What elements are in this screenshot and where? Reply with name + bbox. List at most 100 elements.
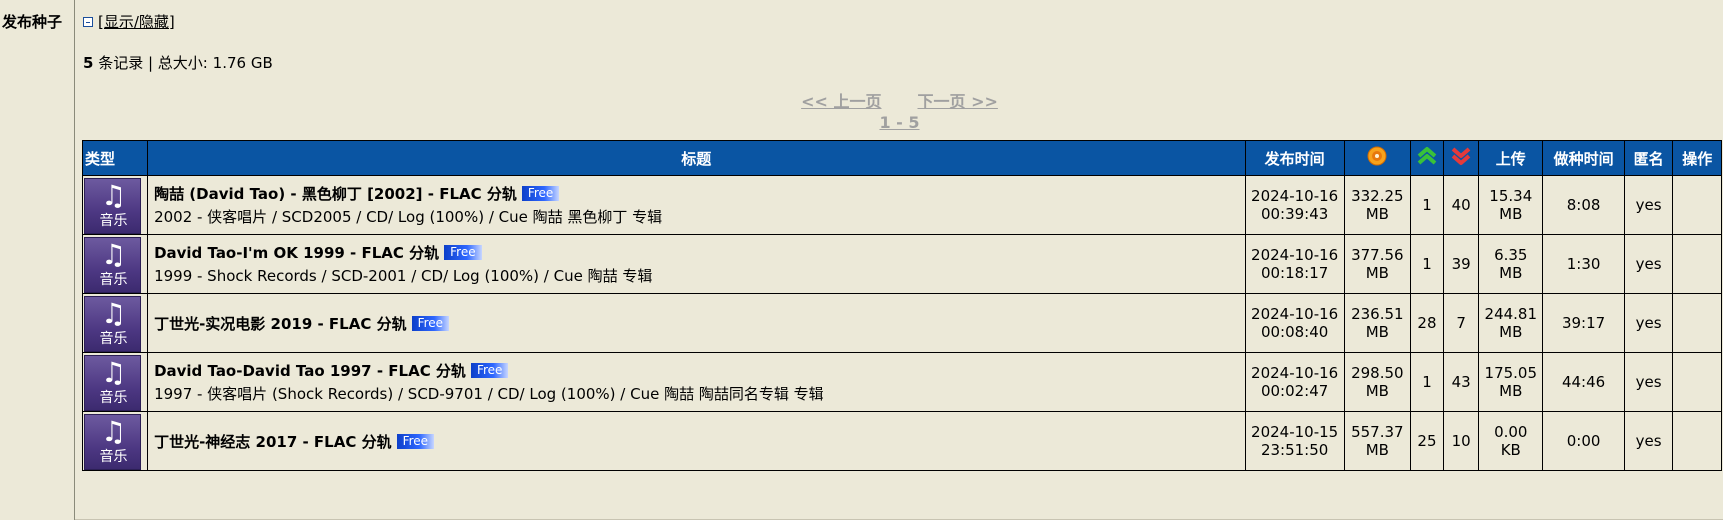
col-anonymous-header[interactable]: 匿名	[1623, 140, 1674, 176]
upload-unit: MB	[1499, 205, 1523, 223]
torrent-description: 2002 - 侠客唱片 / SCD2005 / CD/ Log (100%) /…	[154, 208, 663, 226]
free-badge: Free	[396, 433, 435, 449]
seeders-cell[interactable]: 1	[1409, 234, 1445, 294]
col-upload-header[interactable]: 上传	[1478, 140, 1544, 176]
record-count: 5	[83, 54, 94, 72]
torrent-section: 发布种子 [显示/隐藏] 5 条记录 | 总大小: 1.76 GB << 上一页…	[0, 0, 1723, 520]
col-type-header[interactable]: 类型	[81, 140, 149, 176]
leechers-cell[interactable]: 43	[1443, 352, 1480, 412]
time: 23:51:50	[1260, 441, 1329, 459]
title-cell: David Tao-I'm OK 1999 - FLAC 分轨 Free 1999…	[147, 234, 1246, 294]
size-cell: 377.56 MB	[1343, 234, 1411, 294]
table-row: ♫ 音乐 丁世光-实况电影 2019 - FLAC 分轨 Free 2024-10…	[81, 293, 1722, 353]
col-title-header[interactable]: 标题	[147, 140, 1246, 176]
seeders-cell[interactable]: 1	[1409, 175, 1445, 235]
music-note-icon: ♫	[100, 414, 127, 448]
seeders-cell[interactable]: 1	[1409, 352, 1445, 412]
leechers-cell[interactable]: 40	[1443, 175, 1480, 235]
music-category-icon[interactable]: ♫ 音乐	[84, 236, 141, 293]
size-unit: MB	[1365, 205, 1389, 223]
size-value: 377.56	[1351, 246, 1404, 264]
seed-time-cell: 1:30	[1542, 234, 1625, 294]
date: 2024-10-15	[1251, 423, 1339, 441]
size-unit: MB	[1365, 264, 1389, 282]
type-cell: ♫ 音乐	[81, 234, 149, 294]
torrent-title-link[interactable]: 丁世光-实况电影 2019 - FLAC 分轨	[154, 315, 407, 333]
next-page-link[interactable]: 下一页 >>	[918, 92, 998, 111]
music-category-icon[interactable]: ♫ 音乐	[84, 295, 141, 352]
music-note-icon: ♫	[100, 296, 127, 330]
music-category-icon[interactable]: ♫ 音乐	[84, 413, 141, 470]
page-range-link[interactable]: 1 - 5	[879, 113, 919, 132]
size-unit: MB	[1365, 323, 1389, 341]
actions-cell	[1672, 175, 1722, 235]
actions-cell	[1672, 352, 1722, 412]
torrent-title-link[interactable]: 陶喆 (David Tao) - 黑色柳丁 [2002] - FLAC 分轨	[154, 185, 517, 203]
size-cell: 332.25 MB	[1343, 175, 1411, 235]
table-row: ♫ 音乐 David Tao-I'm OK 1999 - FLAC 分轨 Free…	[81, 234, 1722, 294]
torrent-title-link[interactable]: David Tao-David Tao 1997 - FLAC 分轨	[154, 362, 466, 380]
leechers-cell[interactable]: 10	[1443, 411, 1480, 471]
date: 2024-10-16	[1251, 305, 1339, 323]
col-seedtime-header[interactable]: 做种时间	[1542, 140, 1625, 176]
category-label: 音乐	[99, 389, 128, 406]
upload-cell: 244.81 MB	[1478, 293, 1544, 353]
time: 00:02:47	[1260, 382, 1329, 400]
type-cell: ♫ 音乐	[81, 175, 149, 235]
down-arrows-icon	[1450, 145, 1472, 171]
seed-time-cell: 39:17	[1542, 293, 1625, 353]
col-seeders-header[interactable]	[1409, 140, 1445, 176]
col-size-header[interactable]	[1343, 140, 1411, 176]
upload-unit: KB	[1500, 441, 1521, 459]
title-cell: 丁世光-神经志 2017 - FLAC 分轨 Free	[147, 411, 1246, 471]
seed-time-cell: 8:08	[1542, 175, 1625, 235]
music-note-icon: ♫	[100, 355, 127, 389]
time-cell: 2024-10-16 00:02:47	[1244, 352, 1345, 412]
torrent-title-link[interactable]: David Tao-I'm OK 1999 - FLAC 分轨	[154, 244, 439, 262]
music-category-icon[interactable]: ♫ 音乐	[84, 354, 141, 411]
size-value: 557.37	[1351, 423, 1404, 441]
record-summary: 5 条记录 | 总大小: 1.76 GB	[83, 52, 273, 73]
date: 2024-10-16	[1251, 364, 1339, 382]
date: 2024-10-16	[1251, 246, 1339, 264]
category-label: 音乐	[99, 330, 128, 347]
disc-icon	[1367, 146, 1387, 170]
music-note-icon: ♫	[100, 178, 127, 212]
upload-cell: 15.34 MB	[1478, 175, 1544, 235]
music-category-icon[interactable]: ♫ 音乐	[84, 177, 141, 234]
col-time-header[interactable]: 发布时间	[1244, 140, 1345, 176]
upload-unit: MB	[1499, 382, 1523, 400]
upload-cell: 175.05 MB	[1478, 352, 1544, 412]
leechers-cell[interactable]: 7	[1443, 293, 1480, 353]
time: 00:18:17	[1260, 264, 1329, 282]
show-hide-link[interactable]: [显示/隐藏]	[98, 11, 175, 32]
size-value: 236.51	[1351, 305, 1404, 323]
time-cell: 2024-10-16 00:18:17	[1244, 234, 1345, 294]
leechers-cell[interactable]: 39	[1443, 234, 1480, 294]
type-cell: ♫ 音乐	[81, 293, 149, 353]
prev-page-link[interactable]: << 上一页	[801, 92, 881, 111]
time-cell: 2024-10-15 23:51:50	[1244, 411, 1345, 471]
seed-time-cell: 44:46	[1542, 352, 1625, 412]
size-value: 332.25	[1351, 187, 1404, 205]
torrent-table: 类型 标题 发布时间 上传 做种时间 匿名 操作 ♫ 音乐 陶喆 (David …	[81, 140, 1722, 471]
actions-cell	[1672, 234, 1722, 294]
actions-cell	[1672, 293, 1722, 353]
upload-cell: 0.00 KB	[1478, 411, 1544, 471]
type-cell: ♫ 音乐	[81, 352, 149, 412]
time-cell: 2024-10-16 00:39:43	[1244, 175, 1345, 235]
size-unit: MB	[1365, 382, 1389, 400]
upload-value: 15.34	[1489, 187, 1533, 205]
seeders-cell[interactable]: 25	[1409, 411, 1445, 471]
col-leechers-header[interactable]	[1443, 140, 1480, 176]
collapse-icon[interactable]	[83, 16, 93, 27]
torrent-title-link[interactable]: 丁世光-神经志 2017 - FLAC 分轨	[154, 433, 392, 451]
seeders-cell[interactable]: 28	[1409, 293, 1445, 353]
type-cell: ♫ 音乐	[81, 411, 149, 471]
title-cell: 陶喆 (David Tao) - 黑色柳丁 [2002] - FLAC 分轨 Fr…	[147, 175, 1246, 235]
table-row: ♫ 音乐 David Tao-David Tao 1997 - FLAC 分轨 F…	[81, 352, 1722, 412]
table-header-row: 类型 标题 发布时间 上传 做种时间 匿名 操作	[81, 140, 1722, 176]
anonymous-cell: yes	[1623, 293, 1674, 353]
category-label: 音乐	[99, 271, 128, 288]
upload-cell: 6.35 MB	[1478, 234, 1544, 294]
